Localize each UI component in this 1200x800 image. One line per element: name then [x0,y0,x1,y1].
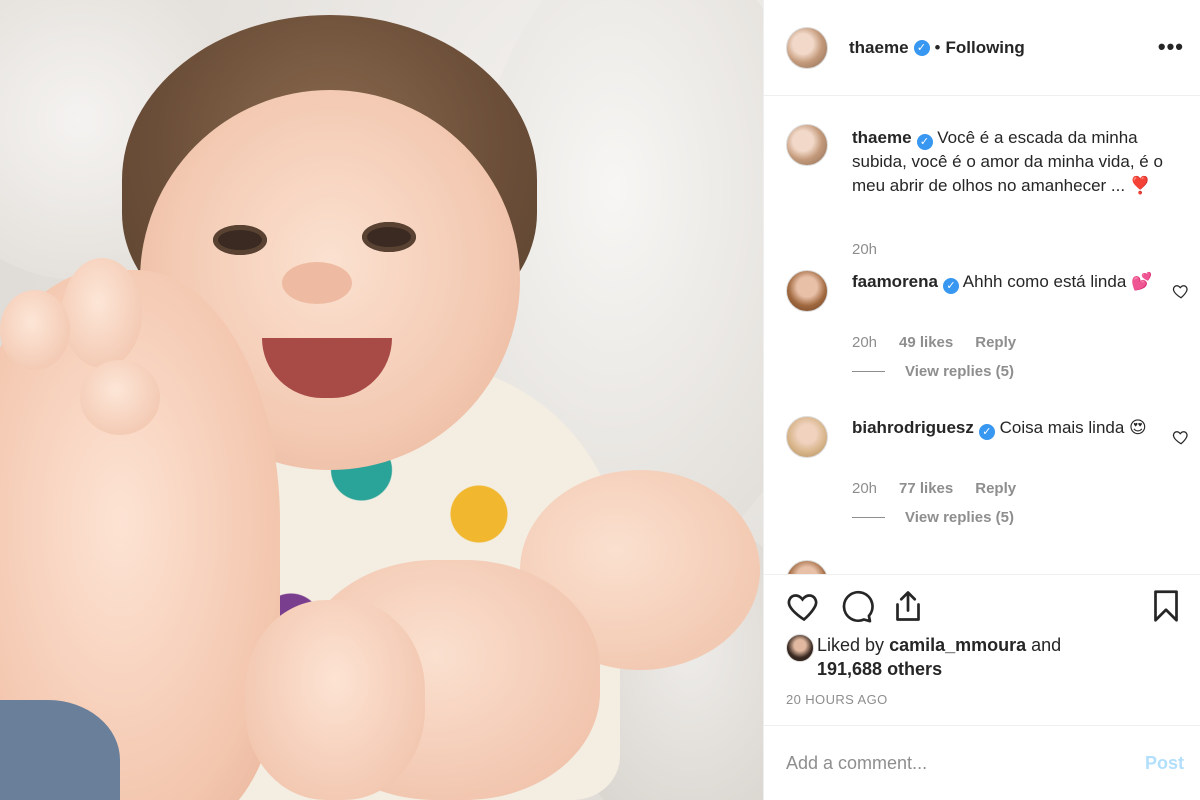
view-replies-label: View replies (5) [905,509,1014,526]
heart-icon[interactable] [786,588,822,624]
verified-badge-icon: ✓ [942,278,959,294]
caption-time[interactable]: 20h [852,241,877,258]
share-icon[interactable] [890,588,926,624]
avatar[interactable] [786,124,828,166]
comment-likes[interactable]: 49 likes [899,334,953,351]
verified-badge-icon: ✓ [916,134,933,150]
comment-body: Ahhh como está linda 💕 [962,272,1153,291]
verified-badge-icon: ✓ [913,39,930,56]
following-button[interactable]: Following [945,38,1024,58]
view-replies-label: View replies (5) [905,363,1014,380]
photo-nose [282,262,352,304]
comment-meta: 20h 49 likes Reply [852,334,1016,351]
comment-time[interactable]: 20h [852,334,877,351]
caption-text: thaeme ✓ Você é a escada da minha subida,… [852,126,1164,198]
comment-username[interactable]: faamorena [852,272,938,291]
liked-by-prefix: Liked by [817,635,885,655]
separator-dot: • [934,37,941,57]
verified-badge-icon: ✓ [978,424,995,440]
action-bar [786,588,1184,628]
comment-input[interactable] [786,752,1145,774]
caption-meta: 20h [852,241,877,258]
comment-text: biahrodriguesz ✓ Coisa mais linda 😍 [852,416,1164,440]
view-replies-button[interactable]: View replies (5) [852,509,1014,526]
liked-by-username[interactable]: camila_mmoura [889,635,1026,655]
photo-foot [245,600,425,800]
post-side-panel: thaeme ✓ • Following ••• thaeme ✓ Você é … [763,0,1200,800]
comment-icon[interactable] [838,588,874,624]
photo-toe [0,290,70,370]
avatar[interactable] [786,560,828,574]
like-comment-heart-icon[interactable] [1172,282,1190,300]
post-timestamp[interactable]: 20 HOURS AGO [786,692,888,707]
avatar[interactable] [786,26,828,69]
like-comment-heart-icon[interactable] [1172,428,1190,446]
avatar[interactable] [786,416,828,458]
post-button[interactable]: Post [1145,753,1184,774]
view-replies-button[interactable]: View replies (5) [852,363,1014,380]
post-header: thaeme ✓ • Following ••• [764,0,1200,96]
add-comment-bar: Post [764,725,1200,800]
avatar[interactable] [786,634,814,662]
divider [852,517,885,518]
liked-by-text: Liked by camila_mmoura and 191,688 other… [817,633,1061,681]
post-photo[interactable] [0,0,763,800]
comments-list[interactable]: thaeme ✓ Você é a escada da minha subida,… [764,97,1200,575]
bookmark-icon[interactable] [1148,588,1184,624]
header-username[interactable]: thaeme [849,38,909,58]
avatar[interactable] [786,270,828,312]
divider [852,371,885,372]
comment-meta: 20h 77 likes Reply [852,480,1016,497]
reply-button[interactable]: Reply [975,480,1016,497]
comment-likes[interactable]: 77 likes [899,480,953,497]
caption-username[interactable]: thaeme [852,128,912,147]
likes-count[interactable]: 191,688 others [817,659,942,679]
comment-time[interactable]: 20h [852,480,877,497]
comment-username[interactable]: biahrodriguesz [852,418,974,437]
more-options-icon[interactable]: ••• [1158,36,1184,58]
photo-eye [213,225,267,255]
photo-eye [362,222,416,252]
photo-toe [62,258,142,368]
reply-button[interactable]: Reply [975,334,1016,351]
comment-text: faamorena ✓ Ahhh como está linda 💕 [852,270,1164,294]
comment-body: Coisa mais linda 😍 [999,418,1147,437]
photo-toe [80,360,160,435]
liked-by-and: and [1031,635,1062,655]
